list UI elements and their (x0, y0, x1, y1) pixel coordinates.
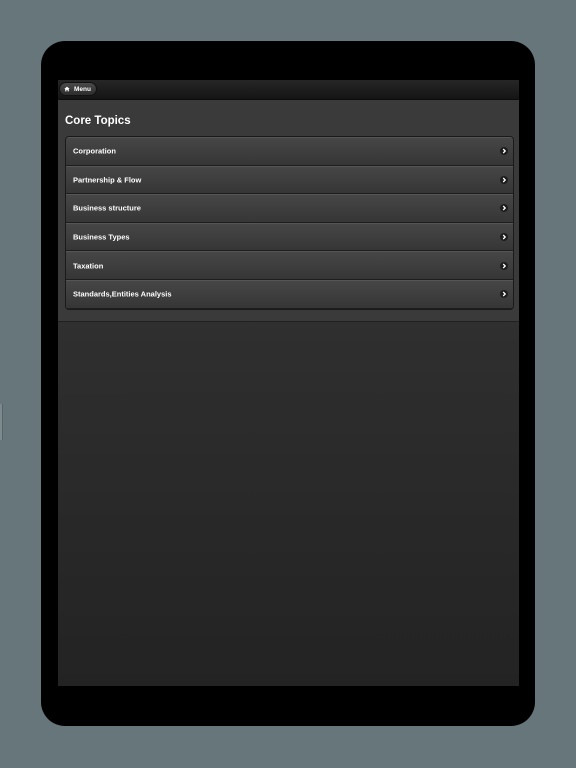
app-screen: Menu Core Topics Corporation Partnership… (58, 80, 519, 686)
chevron-right-icon (500, 290, 508, 299)
menu-button[interactable]: Menu (59, 82, 97, 96)
chevron-right-icon (500, 233, 508, 242)
topic-item-taxation[interactable]: Taxation (66, 251, 513, 280)
home-icon (64, 86, 70, 92)
content-panel: Core Topics Corporation Partnership & Fl… (58, 100, 519, 322)
page-title: Core Topics (65, 115, 131, 127)
side-button (0, 404, 3, 440)
topic-label: Business structure (73, 203, 141, 213)
chevron-right-icon (500, 175, 508, 184)
topic-item-standards-entities-analysis[interactable]: Standards,Entities Analysis (66, 279, 513, 309)
menu-button-label: Menu (74, 85, 91, 93)
topic-label: Corporation (73, 146, 116, 156)
topic-item-partnership-flow[interactable]: Partnership & Flow (66, 165, 513, 195)
topic-item-business-structure[interactable]: Business structure (66, 194, 513, 223)
topic-item-corporation[interactable]: Corporation (66, 137, 513, 166)
topic-item-business-types[interactable]: Business Types (66, 222, 513, 252)
topic-label: Partnership & Flow (73, 175, 142, 185)
topic-label: Taxation (73, 261, 104, 271)
topic-label: Standards,Entities Analysis (73, 289, 172, 299)
navigation-bar: Menu (58, 80, 519, 100)
topic-list: Corporation Partnership & Flow Business … (65, 136, 514, 310)
chevron-right-icon (500, 204, 508, 213)
chevron-right-icon (500, 147, 508, 156)
tablet-frame: Menu Core Topics Corporation Partnership… (41, 41, 535, 726)
topic-label: Business Types (73, 232, 130, 242)
chevron-right-icon (500, 261, 508, 270)
